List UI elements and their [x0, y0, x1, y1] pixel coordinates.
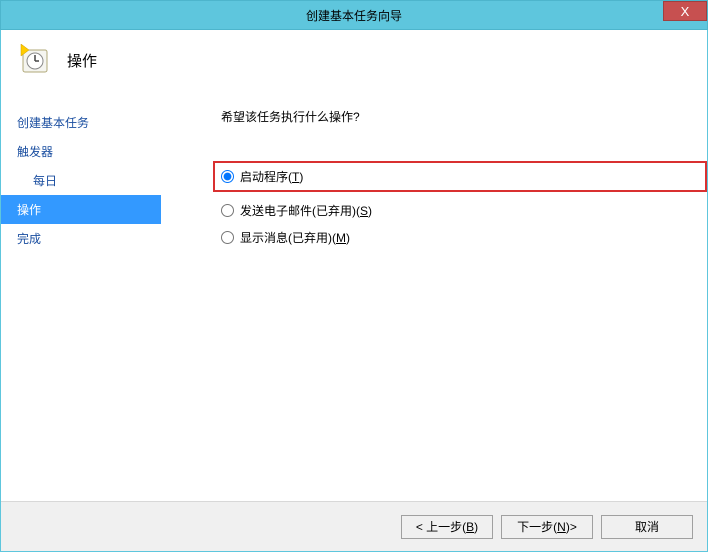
- question-text: 希望该任务执行什么操作?: [221, 108, 707, 125]
- cancel-button[interactable]: 取消: [601, 515, 693, 539]
- radio-send-email-input[interactable]: [221, 204, 234, 217]
- main-panel: 希望该任务执行什么操作? 启动程序(T) 发送电子邮件(已弃用)(S) 显示消息…: [161, 90, 707, 501]
- action-options: 启动程序(T) 发送电子邮件(已弃用)(S) 显示消息(已弃用)(M): [221, 161, 707, 246]
- radio-start-program-input[interactable]: [221, 170, 234, 183]
- sidebar-item-finish[interactable]: 完成: [1, 224, 161, 253]
- highlight-box: 启动程序(T): [213, 161, 707, 192]
- radio-send-email[interactable]: 发送电子邮件(已弃用)(S): [221, 202, 707, 219]
- wizard-steps: 创建基本任务 触发器 每日 操作 完成: [1, 90, 161, 501]
- sidebar-item-action[interactable]: 操作: [1, 195, 161, 224]
- wizard-footer: < 上一步(B) 下一步(N) > 取消: [1, 501, 707, 551]
- sidebar-item-daily[interactable]: 每日: [1, 166, 161, 195]
- titlebar: 创建基本任务向导 X: [0, 0, 708, 30]
- close-button[interactable]: X: [663, 1, 707, 21]
- radio-show-message-label: 显示消息(已弃用)(M): [240, 229, 350, 246]
- radio-start-program-label: 启动程序(T): [240, 168, 303, 185]
- close-icon: X: [681, 4, 690, 19]
- window-title: 创建基本任务向导: [1, 7, 707, 24]
- page-title: 操作: [67, 50, 97, 71]
- next-button[interactable]: 下一步(N) >: [501, 515, 593, 539]
- back-button[interactable]: < 上一步(B): [401, 515, 493, 539]
- task-scheduler-icon: [19, 44, 51, 76]
- radio-show-message[interactable]: 显示消息(已弃用)(M): [221, 229, 707, 246]
- sidebar-item-trigger[interactable]: 触发器: [1, 137, 161, 166]
- content: 创建基本任务 触发器 每日 操作 完成 希望该任务执行什么操作? 启动程序(T)…: [1, 90, 707, 501]
- sidebar-item-create-task[interactable]: 创建基本任务: [1, 108, 161, 137]
- wizard-header: 操作: [1, 30, 707, 90]
- radio-start-program[interactable]: 启动程序(T): [221, 168, 303, 185]
- radio-send-email-label: 发送电子邮件(已弃用)(S): [240, 202, 372, 219]
- window-body: 操作 创建基本任务 触发器 每日 操作 完成 希望该任务执行什么操作? 启动程序…: [0, 30, 708, 552]
- radio-show-message-input[interactable]: [221, 231, 234, 244]
